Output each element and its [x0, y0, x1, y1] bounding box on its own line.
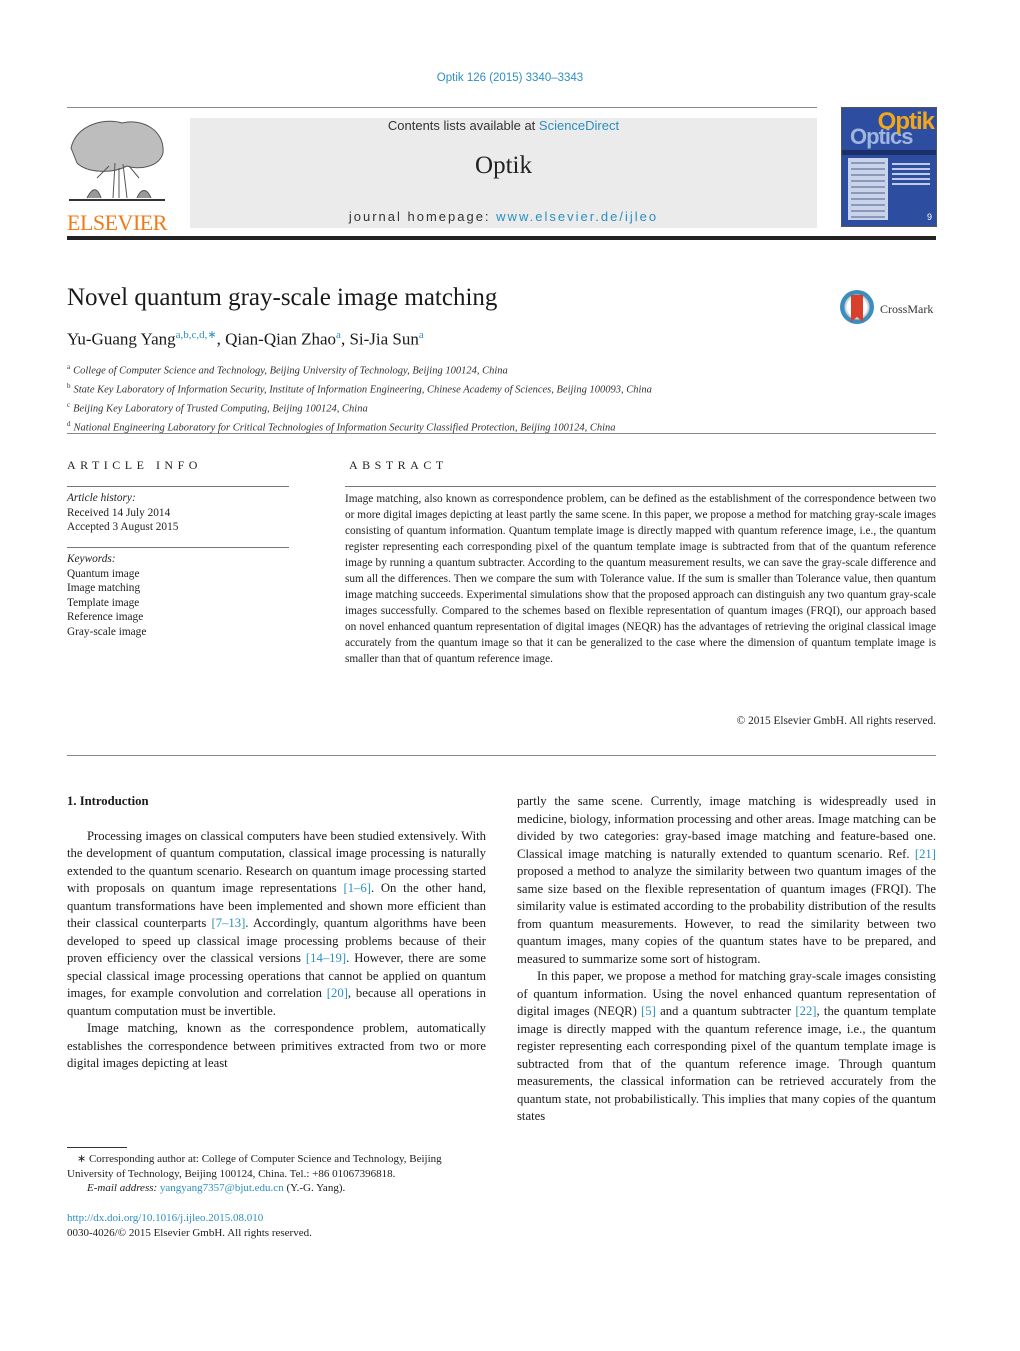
author-name[interactable]: Si-Jia Sun	[349, 330, 418, 349]
affiliation-mark: b	[67, 382, 71, 390]
header-rule	[67, 107, 817, 108]
citation-link[interactable]: [7–13]	[211, 916, 245, 930]
article-history: Article history: Received 14 July 2014 A…	[67, 491, 178, 535]
email-suffix: (Y.-G. Yang).	[283, 1182, 346, 1194]
contents-prefix: Contents lists available at	[387, 118, 539, 133]
affiliation: c Beijing Key Laboratory of Trusted Compu…	[67, 398, 652, 417]
keywords-label: Keywords:	[67, 553, 116, 565]
citation-link[interactable]: [21]	[915, 847, 936, 861]
citation-link[interactable]: [1–6]	[343, 881, 370, 895]
affiliation-text: State Key Laboratory of Information Secu…	[73, 384, 652, 396]
citation-link[interactable]: [14–19]	[306, 951, 346, 965]
homepage-link[interactable]: www.elsevier.de/ijleo	[496, 209, 658, 224]
author-separator: ,	[216, 329, 226, 349]
footnote-mark: ∗	[77, 1153, 87, 1165]
email-link[interactable]: yangyang7357@bjut.edu.cn	[160, 1182, 284, 1194]
keyword: Reference image	[67, 611, 144, 623]
abstract-heading: ABSTRACT	[349, 458, 448, 472]
body-column-right: partly the same scene. Currently, image …	[517, 793, 936, 1126]
header-thick-rule	[67, 236, 936, 240]
crossmark-button[interactable]: CrossMark	[840, 290, 940, 330]
abstract-bottom-rule	[67, 755, 936, 756]
paragraph: Image matching, known as the corresponde…	[67, 1021, 486, 1070]
article-info-heading: ARTICLE INFO	[67, 458, 202, 472]
affiliation: a College of Computer Science and Technol…	[67, 360, 652, 379]
cover-band	[842, 150, 936, 155]
affiliation: b State Key Laboratory of Information Sec…	[67, 379, 652, 398]
affiliation-mark: d	[67, 420, 71, 428]
citation-link[interactable]: [22]	[795, 1004, 816, 1018]
issn-copyright: 0030-4026/© 2015 Elsevier GmbH. All righ…	[67, 1226, 312, 1239]
received-date: Received 14 July 2014	[67, 506, 171, 519]
abstract-copyright: © 2015 Elsevier GmbH. All rights reserve…	[736, 715, 936, 727]
cover-contents-panel	[848, 158, 888, 220]
affiliation-text: Beijing Key Laboratory of Trusted Comput…	[73, 403, 368, 415]
paragraph: In this paper, we propose a method for m…	[517, 969, 936, 1123]
footnote-body: Corresponding author at: College of Comp…	[67, 1153, 442, 1180]
footnote-rule	[67, 1147, 127, 1148]
footnote-email-line: E-mail address: yangyang7357@bjut.edu.cn…	[67, 1181, 486, 1196]
contents-line: Contents lists available at ScienceDirec…	[190, 118, 817, 133]
accepted-date: Accepted 3 August 2015	[67, 521, 179, 533]
abstract-rule	[345, 486, 936, 487]
author-name[interactable]: Qian-Qian Zhao	[225, 330, 336, 349]
section-heading-introduction: 1. Introduction	[67, 794, 149, 808]
journal-name: Optik	[475, 152, 532, 179]
keywords-rule	[67, 547, 289, 548]
keyword: Gray-scale image	[67, 625, 147, 638]
affiliation-text: College of Computer Science and Technolo…	[73, 365, 508, 377]
body-column-left: 1. Introduction Processing images on cla…	[67, 793, 486, 1073]
journal-cover-image[interactable]: Optics Optik 9	[841, 107, 937, 227]
doi-block: http://dx.doi.org/10.1016/j.ijleo.2015.0…	[67, 1211, 312, 1240]
affiliations: a College of Computer Science and Technol…	[67, 360, 652, 436]
crossmark-label: CrossMark	[880, 302, 934, 316]
corresponding-author-footnote: ∗ Corresponding author at: College of Co…	[67, 1152, 486, 1196]
author-affiliation-marks[interactable]: a,b,c,d,∗	[176, 329, 217, 341]
keywords: Keywords: Quantum image Image matching T…	[67, 552, 146, 639]
elsevier-wordmark: ELSEVIER	[67, 210, 167, 235]
citation-link[interactable]: [20]	[327, 986, 348, 1000]
author-affiliation-marks[interactable]: a	[419, 329, 424, 341]
affiliation-mark: a	[67, 363, 71, 371]
title-block-rule	[67, 433, 936, 434]
journal-citation[interactable]: Optik 126 (2015) 3340–3343	[0, 72, 1020, 84]
homepage-prefix: journal homepage:	[348, 209, 497, 224]
cover-side-text	[892, 160, 930, 185]
citation-link[interactable]: [5]	[641, 1004, 656, 1018]
author-name[interactable]: Yu-Guang Yang	[67, 330, 176, 349]
cover-title-optik: Optik	[877, 108, 935, 135]
paragraph: Processing images on classical computers…	[67, 828, 486, 1018]
sciencedirect-link[interactable]: ScienceDirect	[539, 118, 619, 133]
author-list: Yu-Guang Yanga,b,c,d,∗, Qian-Qian Zhaoa,…	[67, 328, 424, 350]
cover-issue-number: 9	[926, 212, 932, 222]
history-label: Article history:	[67, 492, 136, 504]
abstract-text: Image matching, also known as correspond…	[345, 493, 936, 665]
article-title: Novel quantum gray-scale image matching	[67, 284, 498, 311]
footnote-text: ∗ Corresponding author at: College of Co…	[67, 1152, 486, 1181]
journal-homepage: journal homepage: www.elsevier.de/ijleo	[190, 209, 817, 224]
elsevier-logo[interactable]: ELSEVIER	[67, 118, 167, 235]
paragraph: partly the same scene. Currently, image …	[517, 794, 936, 966]
affiliation-mark: c	[67, 401, 71, 409]
email-label: E-mail address:	[87, 1182, 160, 1194]
affiliation-text: National Engineering Laboratory for Crit…	[73, 422, 616, 434]
keyword: Quantum image	[67, 567, 140, 580]
keyword: Template image	[67, 596, 140, 609]
article-info-rule	[67, 486, 289, 487]
doi-link[interactable]: http://dx.doi.org/10.1016/j.ijleo.2015.0…	[67, 1212, 263, 1224]
crossmark-ribbon-icon	[851, 295, 863, 322]
keyword: Image matching	[67, 582, 141, 594]
elsevier-tree-icon	[69, 120, 165, 201]
